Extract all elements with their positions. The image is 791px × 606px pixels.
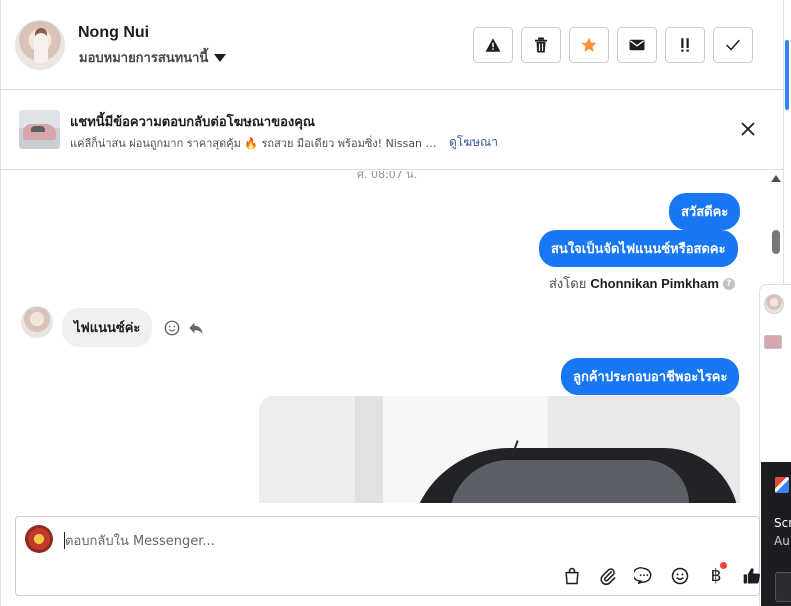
close-banner-button[interactable] <box>737 118 759 140</box>
assign-conversation-dropdown[interactable]: มอบหมายการสนทนานี้ <box>79 47 227 68</box>
envelope-icon <box>629 39 645 51</box>
header-toolbar <box>473 27 753 63</box>
smiley-icon <box>671 567 689 585</box>
outgoing-photo-message[interactable] <box>259 396 740 503</box>
right-edge-indicator <box>785 40 789 110</box>
notification-dot <box>720 562 727 569</box>
outgoing-message[interactable]: สนใจเป็นจัดไฟแนนซ์หรือสดคะ <box>539 230 738 267</box>
attach-button[interactable] <box>596 564 620 588</box>
warning-icon <box>485 38 501 52</box>
preview-ad-thumbnail <box>764 335 782 349</box>
close-icon <box>741 122 755 136</box>
ad-reply-banner: แชทนี้มีข้อความตอบกลับต่อโฆษณาของคุณ แค่… <box>1 91 783 170</box>
star-icon <box>581 37 597 52</box>
checkmark-icon <box>726 39 740 51</box>
reply-input[interactable] <box>65 531 665 551</box>
ad-banner-title: แชทนี้มีข้อความตอบกลับต่อโฆษณาของคุณ <box>70 115 315 130</box>
notification-title: Scr <box>774 516 791 530</box>
scrollbar-thumb[interactable] <box>772 230 780 254</box>
done-button[interactable] <box>713 27 753 63</box>
star-button[interactable] <box>569 27 609 63</box>
follow-up-button[interactable] <box>665 27 705 63</box>
saved-replies-button[interactable] <box>632 564 656 588</box>
outgoing-message[interactable]: สวัสดีคะ <box>669 193 741 230</box>
baht-icon: ฿ <box>710 566 722 586</box>
scroll-up-arrow-icon[interactable] <box>771 175 781 182</box>
incoming-message[interactable]: ไฟแนนซ์ค่ะ <box>62 308 153 347</box>
outgoing-message[interactable]: ลูกค้าประกอบอาชีพอะไรคะ <box>561 358 740 395</box>
payment-button[interactable]: ฿ <box>704 562 728 588</box>
ad-banner-subtitle: แค่ลีก็น่าสน ผ่อนถูกมาก ราคาสุดคุ้ม 🔥 รถ… <box>70 137 440 150</box>
shopping-bag-icon <box>565 567 579 585</box>
spam-button[interactable] <box>473 27 513 63</box>
view-ad-link[interactable]: ดูโฆษณา <box>449 133 498 152</box>
app-icon <box>775 477 789 493</box>
page-avatar <box>25 525 53 553</box>
contact-avatar-small[interactable] <box>21 306 53 338</box>
assign-label: มอบหมายการสนทนานี้ <box>79 51 209 66</box>
chat-bubble-icon <box>634 567 652 585</box>
paperclip-icon <box>600 568 616 586</box>
message-composer: ฿ <box>15 516 760 596</box>
mark-unread-button[interactable] <box>617 27 657 63</box>
sent-by-name: Chonnikan Pimkham <box>590 276 719 291</box>
composer-toolbar: ฿ <box>560 562 764 588</box>
reply-icon[interactable] <box>187 319 205 337</box>
message-actions <box>163 319 205 337</box>
sent-by-prefix: ส่งโดย <box>549 277 587 292</box>
important-icon <box>681 38 689 52</box>
thumbs-up-icon <box>743 568 760 584</box>
delete-button[interactable] <box>521 27 561 63</box>
contact-name[interactable]: Nong Nui <box>78 24 149 42</box>
trash-icon <box>535 37 547 53</box>
message-timestamp: ศ. 08:07 น. <box>357 171 418 181</box>
shop-button[interactable] <box>560 564 584 588</box>
notification-subtitle: Au <box>774 534 790 548</box>
conversation-header: Nong Nui มอบหมายการสนทนานี้ <box>1 0 783 90</box>
help-icon[interactable]: ? <box>722 277 735 290</box>
sent-by-label: ส่งโดย Chonnikan Pimkham ? <box>549 273 735 294</box>
caret-down-icon <box>214 53 227 62</box>
contact-avatar[interactable] <box>15 20 65 70</box>
emoji-reaction-icon[interactable] <box>163 319 181 337</box>
emoji-button[interactable] <box>668 564 692 588</box>
preview-avatar <box>764 294 784 314</box>
message-thread[interactable]: ศ. 08:07 น. สวัสดีคะ สนใจเป็นจัดไฟแนนซ์ห… <box>1 171 783 503</box>
notification-action-button[interactable] <box>775 572 791 602</box>
screenshot-notification[interactable]: Scr Au <box>761 462 791 606</box>
like-button[interactable] <box>740 564 764 588</box>
ad-thumbnail[interactable] <box>19 110 60 149</box>
